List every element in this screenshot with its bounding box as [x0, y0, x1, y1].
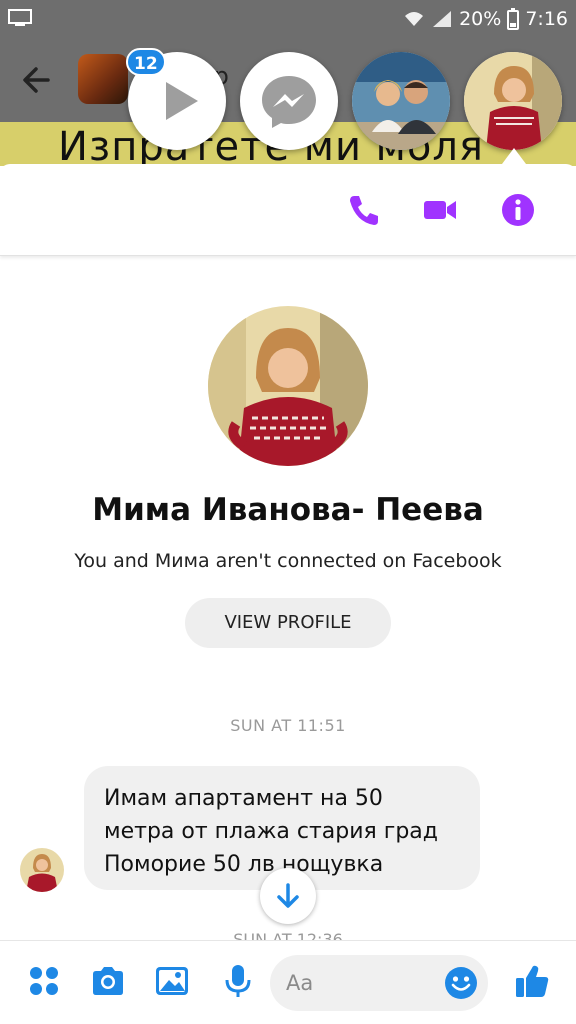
wifi-icon: [405, 12, 424, 26]
sender-avatar[interactable]: [20, 848, 64, 892]
message-input[interactable]: [286, 965, 436, 1001]
battery-icon: [507, 8, 520, 30]
mima-avatar: [464, 52, 562, 150]
unread-badge: 12: [126, 48, 166, 76]
thumbs-up-icon[interactable]: [514, 963, 550, 999]
emoji-icon[interactable]: [444, 966, 478, 1000]
conversation-panel: Мима Иванова- Пеева You and Мима aren't …: [0, 164, 576, 1024]
messenger-icon: [262, 76, 316, 128]
more-apps-icon[interactable]: [26, 963, 62, 999]
scroll-to-bottom-button[interactable]: [260, 868, 316, 924]
profile-photo[interactable]: [208, 306, 368, 466]
profile-picture: [208, 306, 368, 466]
clock: 7:16: [525, 8, 568, 30]
chat-head-pointer: [502, 148, 526, 164]
phone-icon[interactable]: [346, 192, 382, 228]
couple-chat-head[interactable]: [352, 52, 450, 150]
info-icon[interactable]: [500, 192, 536, 228]
signal-icon: [433, 11, 452, 27]
microphone-icon[interactable]: [220, 963, 256, 999]
messenger-chat-head[interactable]: [240, 52, 338, 150]
sender-picture: [20, 848, 64, 892]
video-camera-icon[interactable]: [422, 192, 458, 228]
camera-icon[interactable]: [90, 963, 126, 999]
conversation-thumbnail: [78, 54, 128, 104]
back-arrow-icon[interactable]: [18, 60, 58, 100]
couple-avatar: [352, 52, 450, 150]
screen-cast-icon: [8, 9, 32, 26]
mima-chat-head[interactable]: [464, 52, 562, 150]
message-timestamp: SUN AT 11:51: [230, 716, 346, 735]
status-icons: 20% 7:16: [403, 6, 568, 32]
battery-percent: 20%: [459, 8, 502, 30]
arrow-down-icon: [277, 883, 299, 908]
gallery-icon[interactable]: [154, 963, 190, 999]
status-bar: 20% 7:16: [0, 0, 576, 38]
connection-status: You and Мима aren't connected on Faceboo…: [74, 550, 502, 572]
profile-name: Мима Иванова- Пеева: [92, 492, 484, 528]
conversation-toolbar: [0, 164, 576, 256]
message-input-container: [270, 955, 488, 1011]
message-composer: [0, 940, 576, 1024]
view-profile-button[interactable]: VIEW PROFILE: [185, 598, 391, 648]
